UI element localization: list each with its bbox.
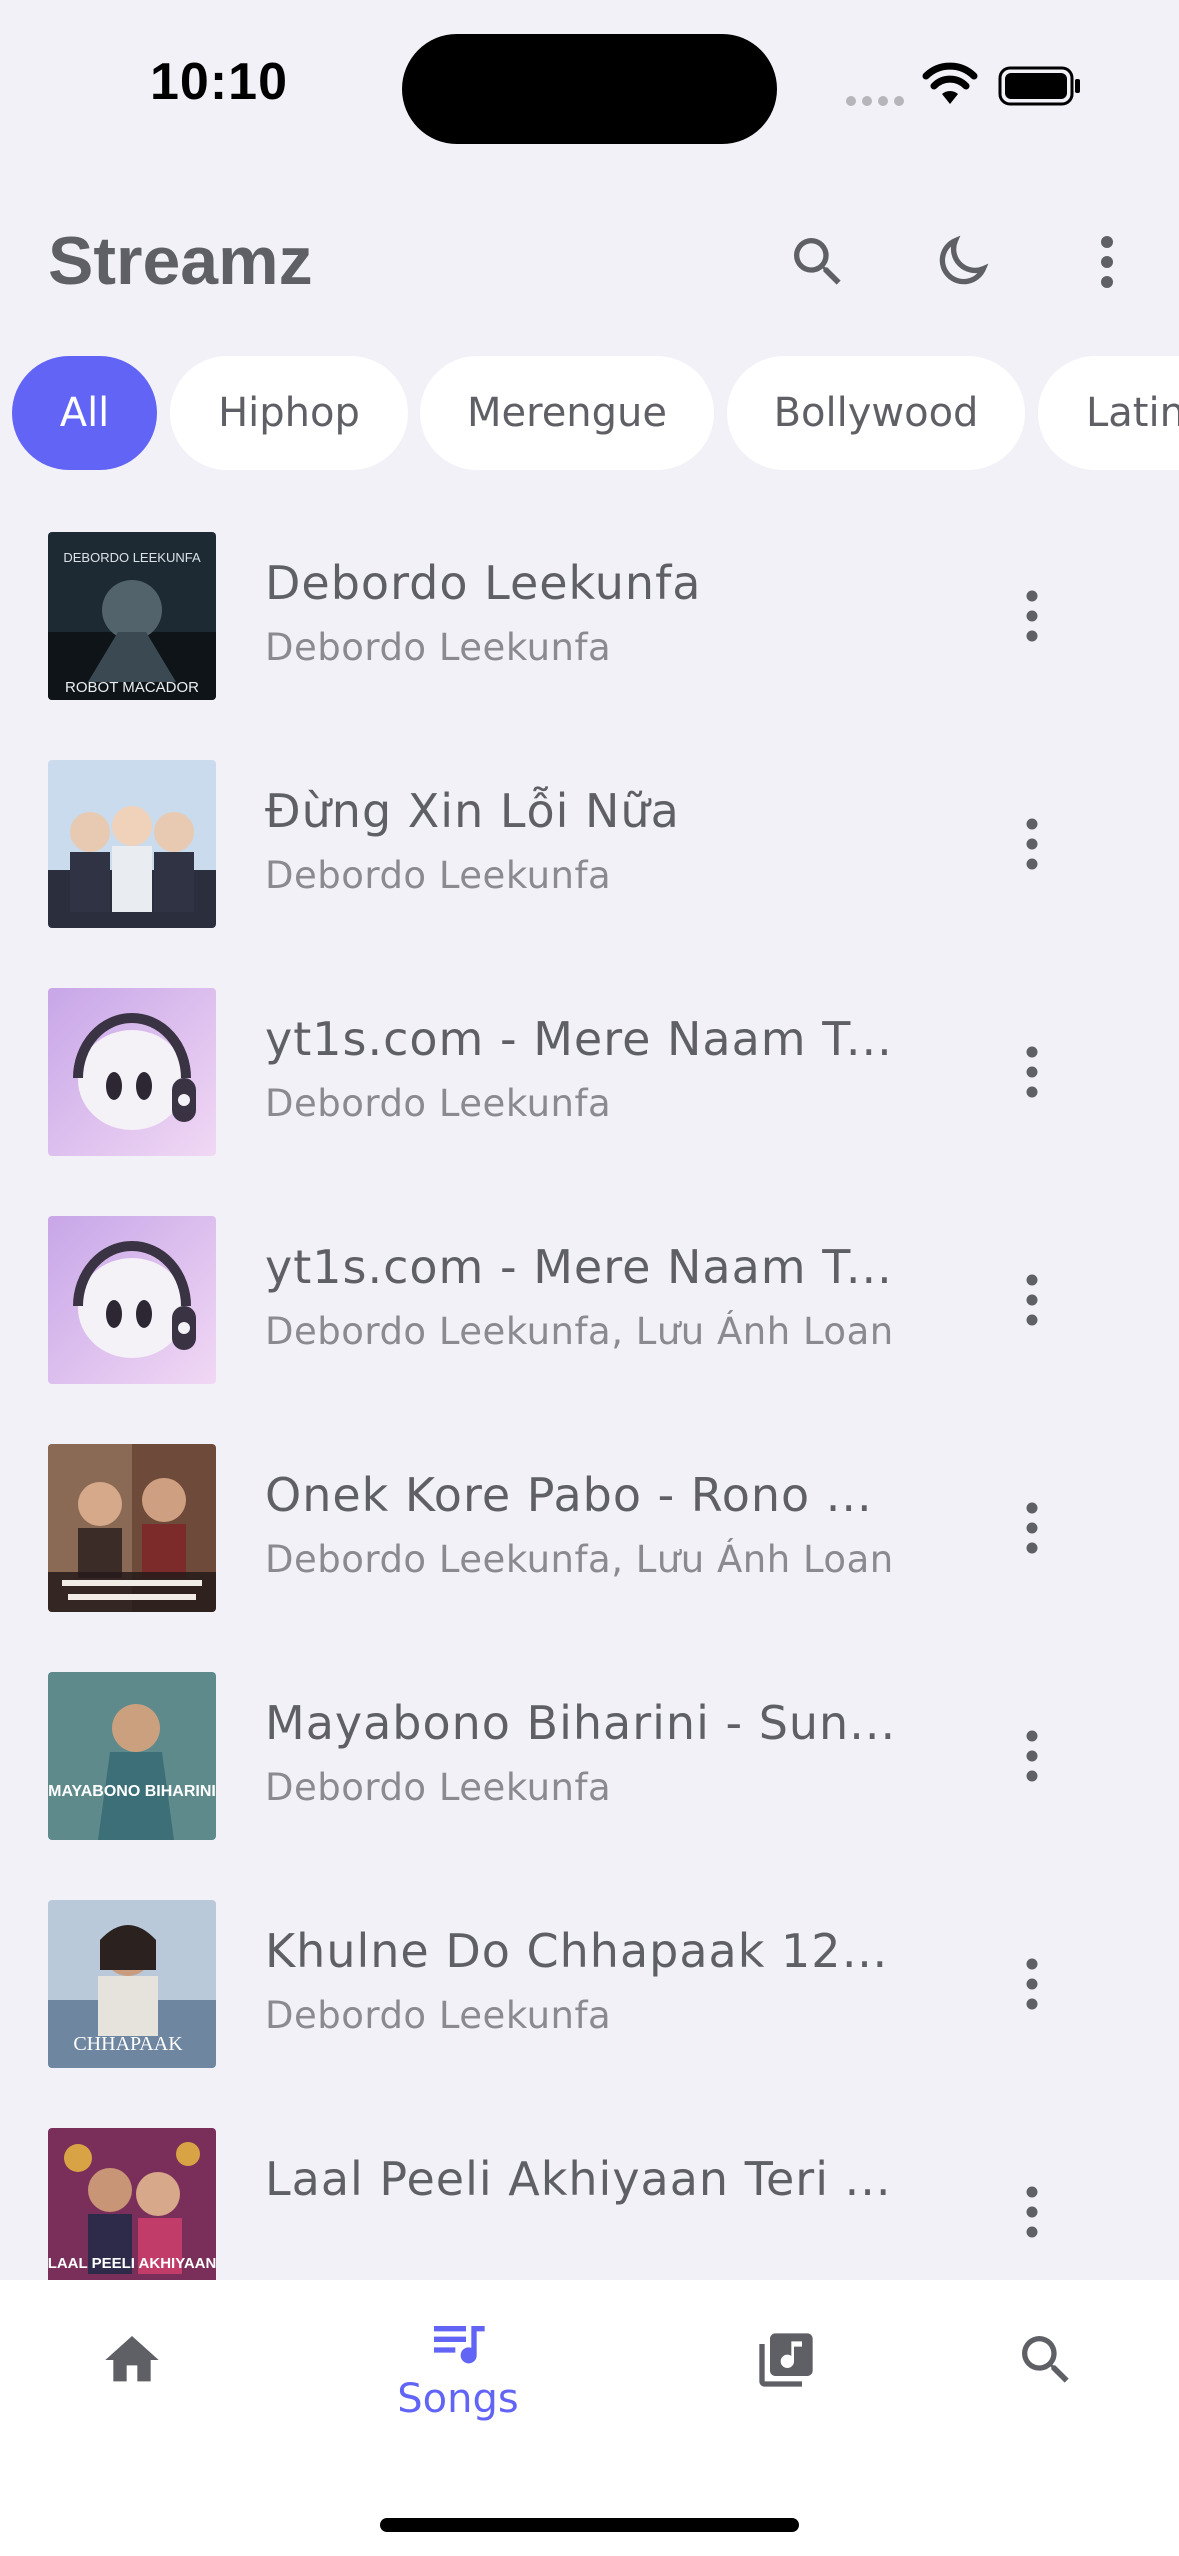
song-artist: Debordo Leekunfa: [265, 1082, 612, 1125]
album-art-text: MAYABONO BIHARINI: [48, 1783, 216, 1800]
more-vert-icon[interactable]: [1000, 1716, 1064, 1796]
song-artist: Debordo Leekunfa: [265, 1766, 612, 1809]
song-artist: Debordo Leekunfa: [265, 626, 612, 669]
bottom-navigation-bar: Songs: [0, 2280, 1179, 2556]
battery-icon: [998, 66, 1080, 106]
more-vert-icon[interactable]: [1000, 576, 1064, 656]
song-artist: Debordo Leekunfa, Lưu Ánh Loan: [265, 1310, 894, 1353]
song-artist: Debordo Leekunfa, Lưu Ánh Loan: [265, 1538, 894, 1581]
album-art: [48, 1216, 216, 1384]
album-art: [48, 1444, 216, 1612]
song-artist: Debordo Leekunfa: [265, 1994, 612, 2037]
nav-search[interactable]: [946, 2310, 1146, 2460]
album-art: [48, 988, 216, 1156]
song-title: Onek Kore Pabo - Rono ...: [265, 1468, 873, 1522]
nav-songs-label: Songs: [397, 2376, 519, 2422]
app-bar: Streamz: [0, 200, 1179, 330]
app-title: Streamz: [48, 223, 313, 299]
home-indicator[interactable]: [380, 2518, 799, 2532]
chip-all[interactable]: All: [12, 356, 157, 470]
status-bar: 10:10: [0, 0, 1179, 160]
chip-latin[interactable]: Latin: [1038, 356, 1179, 470]
album-art-text: LAAL PEELI AKHIYAAN: [48, 2255, 216, 2272]
song-title: Khulne Do Chhapaak 128...: [265, 1924, 905, 1978]
more-vert-icon[interactable]: [1000, 2172, 1064, 2252]
genre-filter-chips: All Hiphop Merengue Bollywood Latin: [0, 356, 1179, 472]
song-row[interactable]: LAAL PEELI AKHIYAAN Laal Peeli Akhiyaan …: [0, 2096, 1179, 2280]
song-title: Đừng Xin Lỗi Nữa: [265, 784, 680, 838]
song-row[interactable]: CHHAPAAK Khulne Do Chhapaak 128... Debor…: [0, 1868, 1179, 2096]
nav-library[interactable]: [686, 2310, 886, 2460]
album-art: DEBORDO LEEKUNFA ROBOT MACADOR: [48, 532, 216, 700]
song-row[interactable]: DEBORDO LEEKUNFA ROBOT MACADOR Debordo L…: [0, 500, 1179, 728]
more-vert-icon[interactable]: [1000, 1944, 1064, 2024]
album-art: MAYABONO BIHARINI: [48, 1672, 216, 1840]
song-artist: Debordo Leekunfa: [265, 854, 612, 897]
status-time: 10:10: [150, 53, 288, 111]
more-vert-icon[interactable]: [1000, 1488, 1064, 1568]
dynamic-island: [402, 34, 777, 144]
song-title: yt1s.com - Mere Naam T...: [265, 1012, 893, 1066]
album-art-text: CHHAPAAK: [73, 2033, 183, 2055]
song-title: Mayabono Biharini - Sun...: [265, 1696, 897, 1750]
album-art: [48, 760, 216, 928]
more-vert-icon[interactable]: [1000, 804, 1064, 884]
home-icon: [105, 2336, 159, 2382]
more-vert-icon[interactable]: [1000, 1260, 1064, 1340]
queue-music-icon: [434, 2326, 485, 2364]
more-vert-icon[interactable]: [1067, 222, 1147, 302]
chip-bollywood[interactable]: Bollywood: [727, 356, 1025, 470]
search-icon: [1022, 2336, 1069, 2383]
song-row[interactable]: Đừng Xin Lỗi Nữa Debordo Leekunfa: [0, 728, 1179, 956]
nav-songs[interactable]: Songs: [358, 2310, 558, 2460]
song-title: yt1s.com - Mere Naam T...: [265, 1240, 893, 1294]
song-row[interactable]: yt1s.com - Mere Naam T... Debordo Leekun…: [0, 956, 1179, 1184]
song-title: Laal Peeli Akhiyaan Teri ...: [265, 2152, 892, 2206]
song-title: Debordo Leekunfa: [265, 556, 702, 610]
album-art: CHHAPAAK: [48, 1900, 216, 2068]
chip-hiphop[interactable]: Hiphop: [170, 356, 408, 470]
song-row[interactable]: Onek Kore Pabo - Rono ... Debordo Leekun…: [0, 1412, 1179, 1640]
album-art-text: ROBOT MACADOR: [65, 679, 199, 696]
chip-merengue[interactable]: Merengue: [420, 356, 714, 470]
search-icon[interactable]: [778, 222, 858, 302]
dark-mode-icon[interactable]: [922, 222, 1002, 302]
song-row[interactable]: MAYABONO BIHARINI Mayabono Biharini - Su…: [0, 1640, 1179, 1868]
album-art-text: DEBORDO LEEKUNFA: [63, 550, 201, 565]
song-list: DEBORDO LEEKUNFA ROBOT MACADOR Debordo L…: [0, 500, 1179, 2280]
song-row[interactable]: yt1s.com - Mere Naam T... Debordo Leekun…: [0, 1184, 1179, 1412]
more-vert-icon[interactable]: [1000, 1032, 1064, 1112]
nav-home[interactable]: [32, 2310, 232, 2460]
album-art: LAAL PEELI AKHIYAAN: [48, 2128, 216, 2280]
library-music-icon: [759, 2333, 813, 2387]
wifi-icon: [922, 62, 978, 104]
cellular-signal-icon: [846, 96, 904, 106]
